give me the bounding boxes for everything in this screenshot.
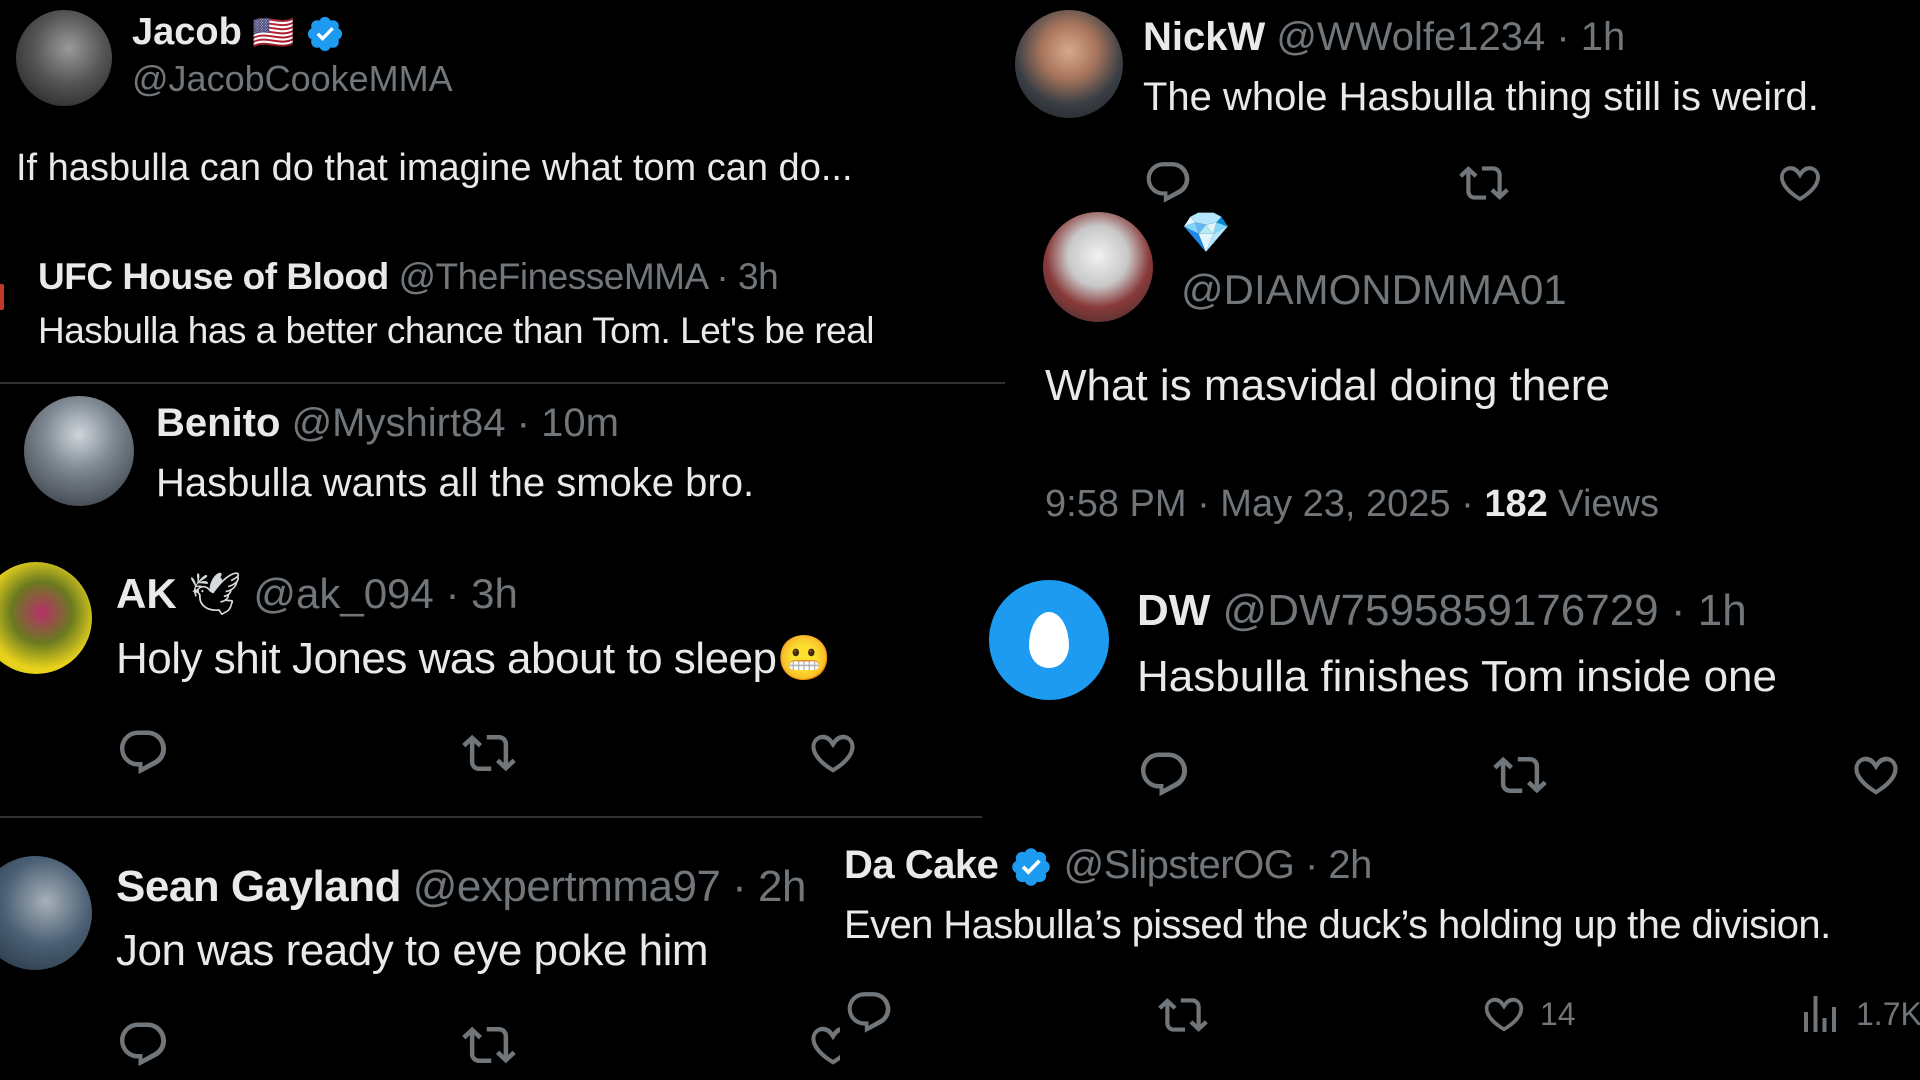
- reply-button[interactable]: [1137, 748, 1191, 802]
- divider: [0, 816, 982, 818]
- reply-icon: [116, 1018, 170, 1072]
- author-name[interactable]: Da Cake: [844, 843, 999, 887]
- like-icon: [1775, 158, 1825, 208]
- avatar-sean[interactable]: [0, 856, 92, 970]
- egg-avatar-icon: [1029, 612, 1069, 668]
- retweet-button[interactable]: [1459, 158, 1509, 208]
- post-meta: 9:58 PM · May 23, 2025 · 182 Views: [1045, 480, 1659, 528]
- author-handle[interactable]: @expertmma97: [413, 862, 721, 911]
- author-handle[interactable]: @WWolfe1234: [1276, 15, 1545, 59]
- post-text: Holy shit Jones was about to sleep: [116, 634, 777, 683]
- post-text: The whole Hasbulla thing still is weird.: [1143, 75, 1819, 119]
- retweet-button[interactable]: [462, 1018, 516, 1072]
- avatar-nickw[interactable]: [1015, 10, 1123, 118]
- like-icon: [806, 726, 860, 780]
- author-handle[interactable]: @DIAMONDMMA01: [1181, 264, 1567, 316]
- divider: [0, 382, 1005, 384]
- author-name[interactable]: Sean Gayland: [116, 862, 402, 911]
- author-name[interactable]: DW: [1137, 586, 1210, 635]
- post-ak[interactable]: AK 🕊 @ak_094 · 3h Holy shit Jones was ab…: [0, 548, 985, 816]
- verified-badge-icon: [1009, 845, 1053, 889]
- avatar-ak[interactable]: [0, 562, 92, 674]
- post-dw[interactable]: DW @DW7595859176729 · 1h Hasbulla finish…: [985, 556, 1920, 818]
- views-count: 1.7K: [1856, 995, 1920, 1032]
- reply-icon: [1137, 748, 1191, 802]
- views-label: Views: [1547, 483, 1659, 525]
- avatar-diamond[interactable]: [1043, 212, 1153, 322]
- author-handle[interactable]: @JacobCookeMMA: [132, 56, 453, 102]
- dove-icon: 🕊: [188, 570, 242, 617]
- post-time[interactable]: · 2h: [1305, 843, 1372, 887]
- author-line: Jacob 🇺🇸: [132, 8, 345, 57]
- flag-icon: 🇺🇸: [252, 14, 295, 52]
- post-benito[interactable]: Benito @Myshirt84 · 10m Hasbulla wants a…: [0, 386, 1005, 542]
- retweet-icon: [462, 726, 516, 780]
- avatar-dw[interactable]: [989, 580, 1109, 700]
- author-name[interactable]: NickW: [1143, 15, 1265, 59]
- views-count: 182: [1484, 483, 1548, 525]
- post-time[interactable]: · 2h: [732, 862, 806, 911]
- like-button[interactable]: [806, 726, 860, 780]
- author-handle[interactable]: @Myshirt84: [292, 401, 506, 445]
- verified-badge-icon: [305, 14, 345, 54]
- reply-icon: [844, 988, 894, 1038]
- post-time[interactable]: · 10m: [517, 401, 619, 445]
- post-text: Even Hasbulla’s pissed the duck’s holdin…: [844, 903, 1831, 947]
- like-button[interactable]: 14: [1480, 990, 1576, 1038]
- post-time[interactable]: · 3h: [445, 570, 517, 617]
- retweet-button[interactable]: [462, 726, 516, 780]
- author-handle[interactable]: @SlipsterOG: [1064, 843, 1295, 887]
- avatar-benito[interactable]: [24, 396, 134, 506]
- reply-icon: [1143, 158, 1193, 208]
- retweet-icon: [1493, 748, 1547, 802]
- quoted-author-handle: @TheFinesseMMA: [398, 256, 707, 297]
- quoted-time: · 3h: [716, 256, 779, 297]
- author-name[interactable]: Benito: [156, 401, 280, 445]
- post-text: What is masvidal doing there: [1045, 361, 1610, 410]
- avatar-jacob[interactable]: [16, 10, 112, 106]
- reply-button[interactable]: [116, 726, 170, 780]
- retweet-icon: [1459, 158, 1509, 208]
- post-sean[interactable]: Sean Gayland @expertmma97 · 2h Jon was r…: [0, 820, 840, 1080]
- post-diamond[interactable]: 💎 @DIAMONDMMA01 What is masvidal doing t…: [1005, 208, 1920, 548]
- views-button[interactable]: 1.7K: [1796, 990, 1920, 1038]
- like-button[interactable]: [1849, 748, 1903, 802]
- author-handle[interactable]: @ak_094: [253, 570, 433, 617]
- grimace-emoji-icon: 😬: [776, 634, 832, 683]
- author-name[interactable]: Jacob: [132, 11, 242, 53]
- quoted-text: Hasbulla has a better chance than Tom. L…: [38, 310, 875, 351]
- diamond-emoji-icon: 💎: [1181, 211, 1231, 255]
- retweet-icon: [1158, 990, 1208, 1040]
- post-text: Jon was ready to eye poke him: [116, 926, 709, 975]
- like-button[interactable]: [1775, 158, 1825, 208]
- post-dacake[interactable]: Da Cake @SlipsterOG · 2h Even Hasbulla’s…: [840, 834, 1920, 1080]
- reply-button[interactable]: [116, 1018, 170, 1072]
- post-timestamp[interactable]: 9:58 PM · May 23, 2025 ·: [1045, 483, 1484, 525]
- post-text: Hasbulla finishes Tom inside one: [1137, 652, 1777, 701]
- like-count: 14: [1540, 995, 1576, 1032]
- reply-button[interactable]: [844, 988, 894, 1038]
- post-time[interactable]: · 1h: [1671, 586, 1747, 635]
- quoted-author-name: UFC House of Blood: [38, 256, 389, 297]
- reply-icon: [116, 726, 170, 780]
- like-icon: [1849, 748, 1903, 802]
- post-jacob[interactable]: Jacob 🇺🇸 @JacobCookeMMA If hasbulla can …: [0, 0, 1000, 380]
- post-nickw[interactable]: NickW @WWolfe1234 · 1h The whole Hasbull…: [1005, 0, 1920, 212]
- views-icon: [1796, 990, 1844, 1038]
- author-name[interactable]: AK: [116, 570, 177, 617]
- like-button[interactable]: [806, 1018, 840, 1072]
- post-text: If hasbulla can do that imagine what tom…: [16, 147, 853, 189]
- post-text: Hasbulla wants all the smoke bro.: [156, 461, 755, 505]
- author-handle[interactable]: @DW7595859176729: [1223, 586, 1659, 635]
- like-icon: [806, 1018, 840, 1072]
- like-icon: [1480, 990, 1528, 1038]
- retweet-button[interactable]: [1158, 990, 1208, 1040]
- retweet-button[interactable]: [1493, 748, 1547, 802]
- reply-button[interactable]: [1143, 158, 1193, 208]
- post-time[interactable]: · 1h: [1556, 15, 1625, 59]
- quoted-avatar: [0, 284, 4, 310]
- quoted-post[interactable]: UFC House of Blood @TheFinesseMMA · 3h H…: [0, 246, 1000, 376]
- retweet-icon: [462, 1018, 516, 1072]
